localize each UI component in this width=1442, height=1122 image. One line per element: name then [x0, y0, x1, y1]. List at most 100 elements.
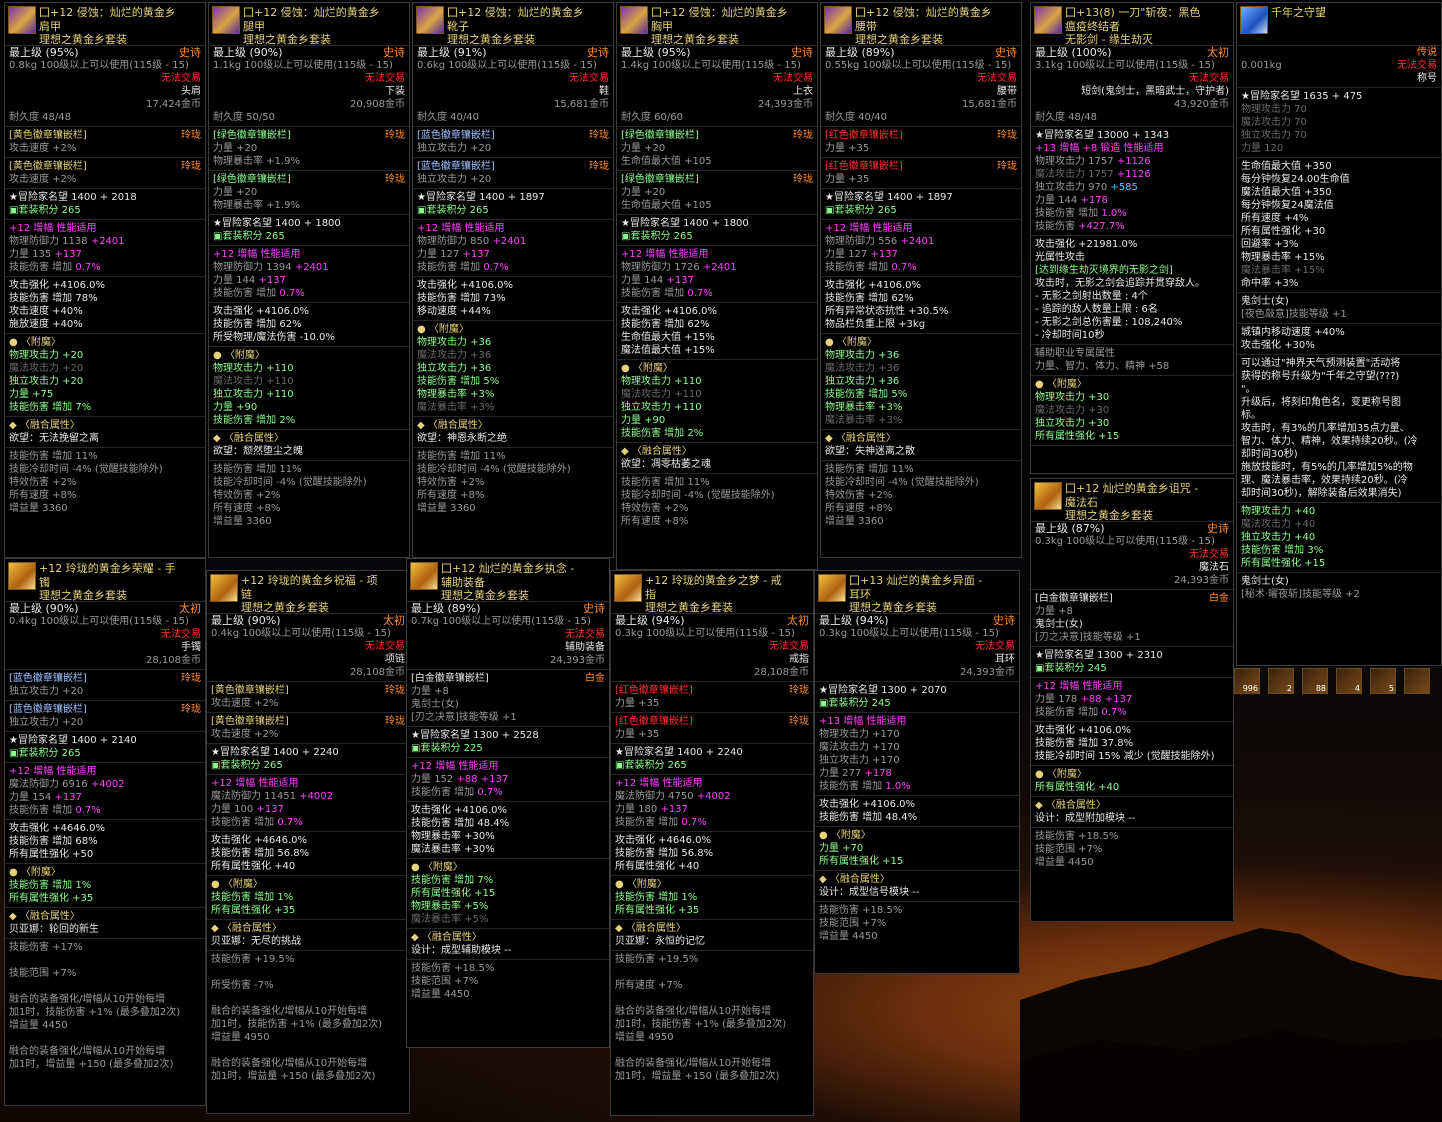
fusion-stat: 增益量 3360 [413, 502, 613, 515]
fusion-stat-text: 技能伤害 +18.5% [819, 905, 903, 916]
divider [1031, 827, 1233, 828]
magicstone-card[interactable]: 囗+12 灿烂的黄金乡诅咒 - 魔法石 理想之黄金乡套装 最上级 (87%) 史诗 0.3… [1030, 478, 1234, 922]
title-stat-dim: 力量 120 [1237, 142, 1441, 155]
equipment-card[interactable]: 囗+12 侵蚀：灿烂的黄金乡 腿甲 理想之黄金乡套装 最上级 (90%) 史诗 1.1kg… [208, 2, 410, 558]
item-slot: 魔法石 [1031, 561, 1233, 574]
socket-stat-text: 力量 +20 [213, 187, 258, 198]
quickslot[interactable]: 2 [1268, 668, 1294, 694]
accessory-card[interactable]: 囗+12 灿烂的黄金乡执念 - 辅助装备 理想之黄金乡套装 最上级 (89%) 史诗 0.… [406, 558, 610, 1048]
fusion-stat [207, 1044, 409, 1057]
item-icon[interactable] [1034, 6, 1062, 34]
amp-stat-value: 0.7% [474, 787, 503, 798]
set-score-text: ▣套装积分 265 [615, 760, 687, 771]
accessory-card[interactable]: 囗+13 灿烂的黄金乡异面 - 耳环 理想之黄金乡套装 最上级 (94%) 史诗 0.3k… [814, 570, 1020, 974]
fusion-name: 欲望：无法挽留之离 [5, 432, 205, 445]
divider [413, 188, 613, 189]
title-card[interactable]: 千年之守望 传说 0.001kg 无法交易 称号 ★冒险家名望 1635 + 475 物理攻… [1236, 2, 1442, 666]
fusion-title: ◆ 〈融合属性〉 [617, 445, 817, 458]
fusion-stat-text: 技能伤害 增加 11% [417, 451, 506, 462]
quickslot-bar[interactable]: 996 2 88 4 5 [1234, 668, 1442, 698]
quickslot[interactable]: 88 [1302, 668, 1328, 694]
quickslot[interactable] [1404, 668, 1430, 694]
item-icon[interactable] [8, 6, 36, 34]
item-icon[interactable] [614, 574, 642, 602]
option-stat-text: 技能伤害 增加 56.8% [211, 848, 310, 859]
socket-class: 鬼剑士(女) [1031, 618, 1233, 631]
accessory-card[interactable]: +12 玲珑的黄金乡荣耀 - 手镯理想之黄金乡套装 最上级 (90%) 太初 0.4k… [4, 558, 206, 1106]
title-class: 鬼剑士(女) [1237, 295, 1441, 308]
option-stat: 攻击强化 +4106.0% [209, 305, 409, 318]
untradeable: 无法交易 [209, 72, 409, 85]
socket-slot-right: 玲珑 [997, 130, 1017, 141]
amp-title-text: +13 增幅 性能适用 [819, 716, 907, 727]
quickslot-count: 4 [1354, 684, 1360, 693]
item-header: +12 玲珑的黄金乡祝福 - 项链理想之黄金乡套装 [207, 571, 409, 614]
amp-stat-value: 0.7% [276, 288, 305, 299]
enchant-stat: 所有属性强化 +15 [1031, 430, 1233, 443]
fusion-stat-text: 增益量 4450 [411, 989, 470, 1000]
item-icon[interactable] [1034, 482, 1062, 510]
option-stat: 攻击强化 +4106.0% [821, 279, 1021, 292]
item-price: 43,920金币 [1031, 98, 1233, 111]
item-icon[interactable] [824, 6, 852, 34]
quickslot[interactable]: 4 [1336, 668, 1362, 694]
divider [1237, 572, 1441, 573]
option-stat-text: 所有属性强化 +50 [9, 849, 94, 860]
accessory-card[interactable]: +12 玲珑的黄金乡祝福 - 项链理想之黄金乡套装 最上级 (90%) 太初 0.4k… [206, 570, 410, 1114]
title-stat: 所有速度 +4% [1237, 212, 1441, 225]
enchant-stat-text: 魔法攻击力 +110 [621, 389, 702, 400]
quickslot[interactable]: 996 [1234, 668, 1260, 694]
accessory-card[interactable]: +12 玲珑的黄金乡之梦 - 戒指理想之黄金乡套装 最上级 (94%) 太初 0.3k… [610, 570, 814, 1116]
equipment-card[interactable]: 囗+12 侵蚀：灿烂的黄金乡 胸甲 理想之黄金乡套装 最上级 (95%) 史诗 1.4kg… [616, 2, 818, 570]
divider [821, 276, 1021, 277]
fusion-stat-text: 特效伤害 +2% [825, 490, 893, 501]
item-icon[interactable] [8, 562, 36, 590]
weapon-stat-value: +178 [1077, 195, 1108, 206]
weapon-desc: 攻击时，无影之剑会追踪并贯穿敌人。 [1031, 277, 1233, 290]
item-icon[interactable] [818, 574, 846, 602]
item-icon[interactable] [410, 562, 438, 590]
divider [611, 950, 813, 951]
equipment-card[interactable]: 囗+12 侵蚀：灿烂的黄金乡 靴子 理想之黄金乡套装 最上级 (91%) 史诗 0.6kg… [412, 2, 614, 558]
quickslot-count: 2 [1286, 684, 1292, 693]
amp-stat-label: 技能伤害 增加 [1035, 707, 1099, 718]
enchant-stat: 魔法攻击力 +36 [413, 349, 613, 362]
divider [617, 245, 817, 246]
socket-slot-text: [黄色徽章镶嵌栏] [9, 161, 87, 172]
amp-title: +12 增幅 性能适用 [407, 760, 609, 773]
amp-stat: 物理防御力 850 +2401 [413, 235, 613, 248]
title-enchant: 物理攻击力 +40 [1237, 505, 1441, 518]
weapon-card[interactable]: 囗+13(8) 一刀"斩夜：黑色 瘟疫终结者 无影剑 - 缘生劫灭 最上级 (100%… [1030, 2, 1234, 474]
renown-text: ★冒险家名望 1300 + 2310 [1035, 650, 1163, 661]
title-stat-text: 生命值最大值 +350 [1241, 161, 1332, 172]
enchant-title-text: ● 〈附魔〉 [411, 862, 463, 873]
item-icon[interactable] [212, 6, 240, 34]
enchant-title: ● 〈附魔〉 [611, 878, 813, 891]
amp-title-text: +12 增幅 性能适用 [1035, 681, 1123, 692]
amp-stat-label: 物理防御力 1726 [621, 262, 700, 273]
option-stat-text: 技能伤害 增加 68% [9, 836, 98, 847]
equipment-card[interactable]: 囗+12 侵蚀：灿烂的黄金乡 腰带 理想之黄金乡套装 最上级 (89%) 史诗 0.55k… [820, 2, 1022, 558]
quickslot[interactable]: 5 [1370, 668, 1396, 694]
item-icon[interactable] [416, 6, 444, 34]
fusion-stat-text: 技能范围 +7% [9, 968, 77, 979]
item-header: 囗+12 侵蚀：灿烂的黄金乡 胸甲 理想之黄金乡套装 [617, 3, 817, 46]
enchant-title-text: ● 〈附魔〉 [621, 363, 673, 374]
title-icon[interactable] [1240, 6, 1268, 34]
socket-slot: [黄色徽章镶嵌栏] 玲珑 [207, 715, 409, 728]
fusion-name-text: 贝亚娜：永恒的记忆 [615, 936, 705, 947]
fusion-stat [5, 980, 205, 993]
amp-stat-value: 0.7% [274, 817, 303, 828]
item-price-right: 43,920金币 [1174, 99, 1229, 110]
divider [611, 712, 813, 713]
socket-class-text: 鬼剑士(女) [1035, 619, 1083, 630]
equipment-card[interactable]: 囗+12 侵蚀：灿烂的黄金乡 肩甲 理想之黄金乡套装 最上级 (95%) 史诗 0.8kg… [4, 2, 206, 558]
amp-stat: 物理防御力 1394 +2401 [209, 261, 409, 274]
socket-slot-right: 玲珑 [385, 174, 405, 185]
item-icon[interactable] [210, 574, 238, 602]
amp-stat: 技能伤害 增加 0.7% [5, 804, 205, 817]
item-icon[interactable] [620, 6, 648, 34]
enchant-stat-text: 独立攻击力 +20 [9, 376, 84, 387]
fusion-title-text: ◆ 〈融合属性〉 [9, 911, 80, 922]
title-class2-skill-text: [秘术·曜夜斩]技能等级 +2 [1241, 589, 1360, 600]
